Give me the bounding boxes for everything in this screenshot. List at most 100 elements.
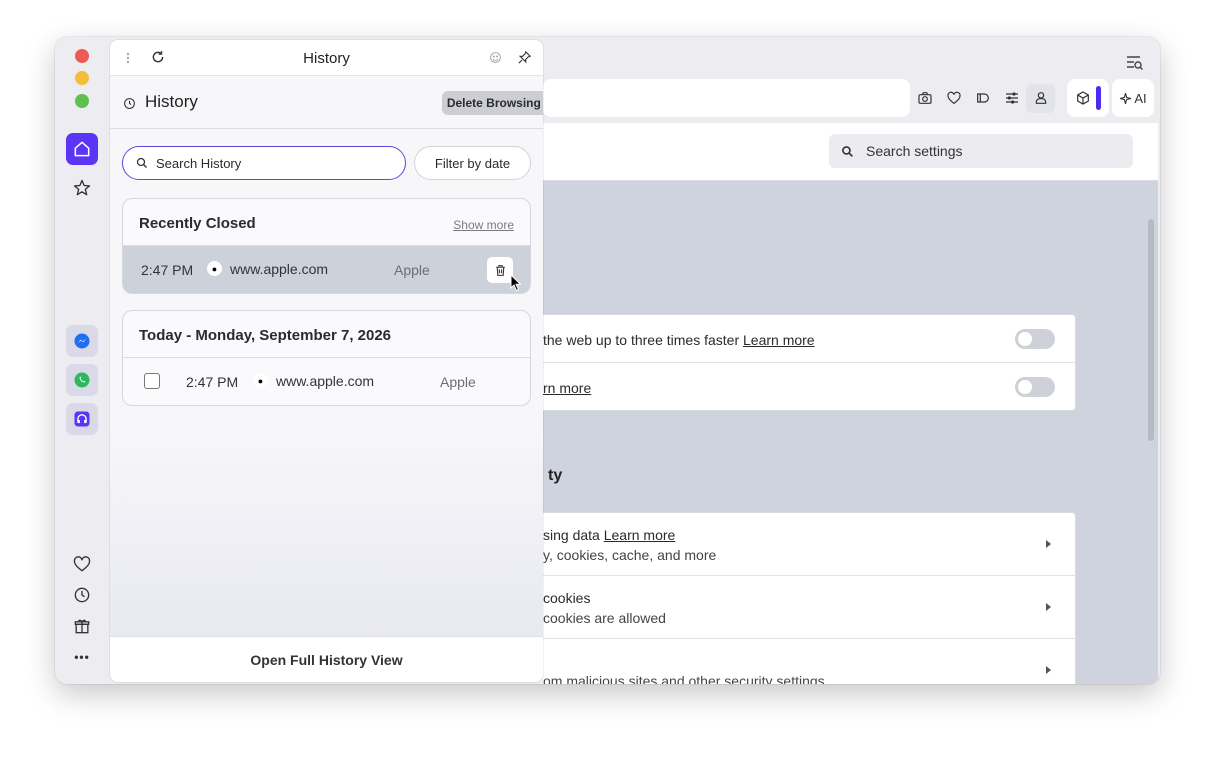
easy-setup-button[interactable] (997, 84, 1026, 113)
delete-browsing-data-button[interactable]: Delete Browsing Data... (442, 91, 543, 115)
recently-closed-title: Recently Closed (139, 215, 256, 232)
history-url[interactable]: www.apple.com (276, 373, 374, 389)
sidebar-item-home[interactable] (66, 133, 98, 165)
show-more-link[interactable]: Show more (453, 218, 514, 232)
settings-header: Search settings (543, 123, 1158, 181)
battery-icon (976, 93, 989, 103)
search-history-input[interactable] (156, 155, 376, 171)
history-page-title: Apple (440, 374, 476, 390)
settings-search-placeholder: Search settings (866, 143, 963, 159)
settings-card-performance: the web up to three times faster Learn m… (543, 314, 1076, 411)
search-icon (136, 157, 147, 168)
profile-button[interactable] (1026, 83, 1055, 113)
chevron-right-icon (1046, 540, 1051, 548)
row-subtext: y, cookies, cache, and more (543, 547, 717, 563)
sparkle-icon (1120, 92, 1132, 104)
toggle-switch[interactable] (1015, 329, 1055, 349)
settings-row-clear-data[interactable]: sing data Learn more y, cookies, cache, … (543, 513, 1075, 576)
group-header: Today - Monday, September 7, 2026 (123, 311, 530, 358)
filter-by-date-button[interactable]: Filter by date (414, 146, 531, 180)
messenger-icon (74, 333, 90, 349)
tab-search-icon[interactable] (1126, 55, 1144, 71)
settings-page: Search settings the web up to three time… (543, 123, 1158, 684)
select-checkbox[interactable] (144, 373, 160, 389)
history-time: 2:47 PM (141, 262, 194, 278)
open-full-history-button[interactable]: Open Full History View (110, 636, 543, 682)
battery-saver-button[interactable] (968, 84, 997, 113)
scrollbar[interactable] (1148, 219, 1154, 441)
history-row[interactable]: 2:47 PM ● www.apple.com Apple (123, 358, 530, 405)
sliders-icon (1005, 92, 1018, 104)
whatsapp-icon (74, 372, 90, 388)
search-history-field[interactable] (122, 146, 406, 180)
heart-icon (946, 91, 961, 105)
screenshot-button[interactable] (910, 84, 939, 113)
home-icon (74, 141, 90, 157)
extension-indicator (1096, 86, 1101, 110)
sidebar-app-whatsapp[interactable] (66, 364, 98, 396)
settings-row-cookies[interactable]: cookies cookies are allowed (543, 576, 1075, 639)
emoji-icon[interactable] (489, 51, 502, 64)
chevron-right-icon (1046, 666, 1051, 674)
address-bar[interactable] (543, 79, 910, 117)
today-group: Today - Monday, September 7, 2026 2:47 P… (122, 310, 531, 406)
ai-button[interactable]: AI (1112, 79, 1154, 117)
row-text: the web up to three times faster (543, 332, 743, 348)
today-title: Today - Monday, September 7, 2026 (139, 327, 392, 344)
settings-card-privacy: sing data Learn more y, cookies, cache, … (543, 512, 1076, 684)
chevron-right-icon (1046, 603, 1051, 611)
pin-icon[interactable] (517, 50, 532, 65)
history-panel: History History Delete Browsing Data... … (110, 40, 543, 682)
sidebar: ••• (55, 37, 107, 684)
row-text: cookies (543, 590, 591, 606)
camera-icon (917, 92, 932, 104)
sidebar-item-gifts[interactable] (66, 610, 98, 642)
learn-more-link[interactable]: rn more (543, 380, 591, 396)
user-icon (1035, 92, 1046, 104)
row-subtext: cookies are allowed (543, 610, 666, 626)
mouse-cursor-icon (510, 274, 522, 292)
learn-more-link[interactable]: Learn more (604, 527, 676, 543)
apple-icon: ● (207, 261, 222, 276)
history-url[interactable]: www.apple.com (230, 261, 328, 277)
search-icon (842, 145, 853, 157)
apple-icon: ● (253, 373, 268, 388)
history-row[interactable]: 2:47 PM ● www.apple.com Apple (123, 246, 530, 293)
settings-search-input[interactable]: Search settings (829, 134, 1133, 168)
history-header: History Delete Browsing Data... (110, 77, 543, 129)
sidebar-item-more[interactable]: ••• (66, 641, 98, 673)
sidebar-app-messenger[interactable] (66, 325, 98, 357)
sidebar-item-favorites[interactable] (66, 172, 98, 204)
sidebar-item-bookmarks[interactable] (66, 548, 98, 580)
browser-window: ••• AI Search settings the web up to thr… (55, 37, 1160, 684)
settings-row-security[interactable]: om malicious sites and other security se… (543, 639, 1075, 684)
settings-row: rn more (543, 363, 1075, 410)
panel-topbar: History (110, 40, 543, 76)
heart-icon (73, 556, 91, 572)
row-text: sing data (543, 527, 604, 543)
clock-icon (124, 98, 135, 109)
row-subtext: om malicious sites and other security se… (543, 673, 825, 684)
settings-row: the web up to three times faster Learn m… (543, 315, 1075, 363)
ai-label: AI (1134, 90, 1147, 106)
trash-icon (495, 264, 505, 276)
toggle-switch[interactable] (1015, 377, 1055, 397)
history-page-title: Apple (394, 262, 430, 278)
group-header: Recently Closed Show more (123, 199, 530, 246)
gift-icon (74, 619, 90, 634)
section-title: ty (548, 467, 563, 484)
recently-closed-group: Recently Closed Show more 2:47 PM ● www.… (122, 198, 531, 294)
cube-icon (1077, 91, 1089, 105)
sidebar-item-history[interactable] (66, 579, 98, 611)
history-title: History (145, 92, 198, 111)
clock-icon (74, 587, 90, 603)
more-icon: ••• (74, 650, 90, 664)
history-time: 2:47 PM (186, 374, 239, 390)
star-icon (73, 179, 91, 196)
extensions-button[interactable] (1067, 79, 1109, 117)
learn-more-link[interactable]: Learn more (743, 332, 815, 348)
panel-topbar-title: History (303, 50, 350, 67)
bookmark-button[interactable] (939, 84, 968, 113)
sidebar-app-music[interactable] (66, 403, 98, 435)
headphones-icon (74, 411, 90, 427)
